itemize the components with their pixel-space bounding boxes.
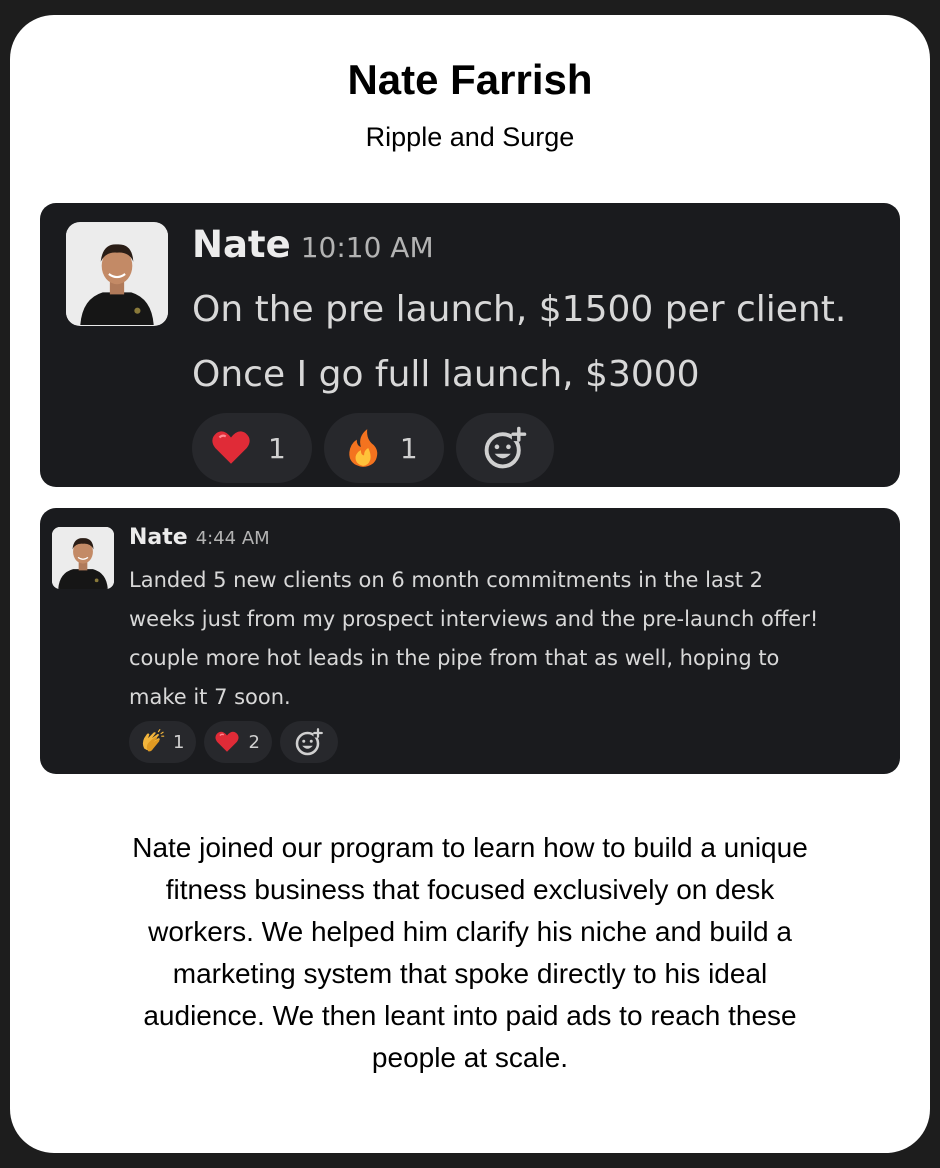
reaction-heart[interactable]: 2	[204, 721, 272, 763]
fire-icon	[349, 429, 378, 467]
message-author[interactable]: Nate	[192, 223, 291, 266]
description-line: people at scale.	[371, 1042, 569, 1073]
description-line: marketing system that spoke directly to …	[172, 958, 768, 989]
reaction-clap[interactable]: 1	[129, 721, 197, 763]
add-reaction-icon	[295, 728, 323, 756]
message-timestamp[interactable]: 4:44 AM	[196, 528, 270, 549]
testimonial-description: Nate joined our program to learn how to …	[90, 827, 850, 1079]
company-name: Ripple and Surge	[365, 122, 575, 152]
add-reaction-button[interactable]	[455, 413, 554, 483]
message-line: weeks just from my prospect interviews a…	[129, 607, 819, 631]
chat-message: Nate 10:10 AM On the pre launch, $1500 pe…	[40, 203, 900, 487]
message-line: couple more hot leads in the pipe from t…	[129, 646, 780, 670]
message-text: Landed 5 new clients on 6 month commitme…	[129, 561, 899, 717]
message-header: Nate 4:44 AM	[129, 525, 270, 550]
reaction-bar: 1 1	[192, 413, 554, 483]
testimonial-card: Nate Farrish Ripple and Surge Nate 10:10 …	[10, 15, 930, 1153]
message-line: Once I go full launch, $3000	[192, 354, 700, 395]
message-line: make it 7 soon.	[129, 685, 291, 709]
chat-message: Nate 4:44 AM Landed 5 new clients on 6 mo…	[40, 508, 900, 774]
reaction-heart[interactable]: 1	[192, 413, 312, 483]
description-line: Nate joined our program to learn how to …	[132, 832, 808, 863]
message-line: Landed 5 new clients on 6 month commitme…	[129, 568, 764, 592]
description-line: audience. We then leant into paid ads to…	[143, 1000, 797, 1031]
page-title: Nate Farrish	[347, 56, 593, 103]
message-line: On the pre launch, $1500 per client.	[192, 289, 847, 330]
reaction-count: 1	[173, 731, 185, 753]
message-author[interactable]: Nate	[129, 525, 188, 550]
reaction-bar: 1 2	[129, 721, 338, 763]
clapping-hands-icon	[142, 729, 165, 752]
message-text: On the pre launch, $1500 per client. Onc…	[192, 277, 892, 407]
avatar[interactable]	[52, 527, 114, 589]
reaction-fire[interactable]: 1	[323, 413, 444, 483]
reaction-count: 1	[399, 431, 418, 465]
message-timestamp[interactable]: 10:10 AM	[301, 231, 434, 264]
person-avatar-icon	[52, 527, 114, 589]
heart-icon	[215, 731, 240, 752]
description-line: fitness business that focused exclusivel…	[165, 874, 775, 905]
message-header: Nate 10:10 AM	[192, 223, 434, 266]
heart-icon	[212, 431, 250, 464]
reaction-count: 1	[268, 431, 286, 465]
description-line: workers. We helped him clarify his niche…	[148, 916, 792, 947]
reaction-count: 2	[248, 731, 260, 753]
add-reaction-button[interactable]	[279, 721, 338, 763]
avatar[interactable]	[66, 222, 168, 326]
add-reaction-icon	[484, 426, 526, 469]
person-avatar-icon	[66, 223, 168, 325]
